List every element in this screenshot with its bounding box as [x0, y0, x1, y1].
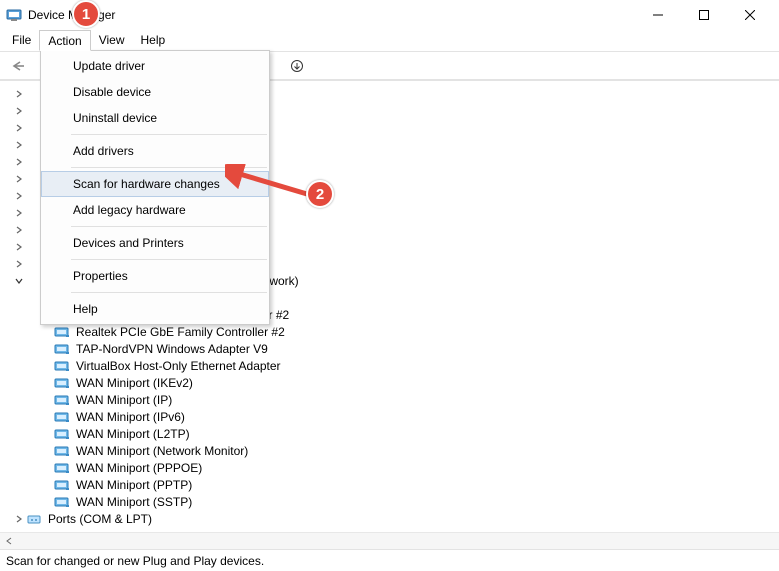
chevron-right-icon	[12, 512, 26, 526]
network-adapter-icon	[54, 445, 70, 457]
tree-item-network-adapter[interactable]: WAN Miniport (IP)	[6, 391, 779, 408]
network-adapter-icon	[54, 411, 70, 423]
menu-help[interactable]: Help	[133, 30, 174, 51]
menu-item-disable-device[interactable]: Disable device	[41, 79, 269, 105]
tree-item-network-adapter[interactable]: WAN Miniport (PPTP)	[6, 476, 779, 493]
chevron-down-icon	[12, 274, 26, 288]
tree-item-network-adapter[interactable]: WAN Miniport (Network Monitor)	[6, 442, 779, 459]
network-adapter-icon	[54, 360, 70, 372]
menu-item-devices-and-printers[interactable]: Devices and Printers	[41, 230, 269, 256]
menu-action[interactable]: Action	[39, 30, 90, 51]
menu-separator	[71, 259, 267, 260]
status-text: Scan for changed or new Plug and Play de…	[6, 554, 264, 568]
chevron-right-icon	[12, 206, 26, 220]
network-adapter-icon	[54, 394, 70, 406]
horizontal-scrollbar[interactable]	[0, 532, 779, 549]
menu-separator	[71, 134, 267, 135]
annotation-badge-2: 2	[306, 180, 334, 208]
minimize-icon	[653, 10, 663, 20]
menu-view[interactable]: View	[91, 30, 133, 51]
network-adapter-icon	[54, 377, 70, 389]
menu-item-scan-for-hardware-changes[interactable]: Scan for hardware changes	[41, 171, 269, 197]
chevron-right-icon	[12, 172, 26, 186]
back-button[interactable]	[6, 55, 30, 77]
menu-separator	[71, 226, 267, 227]
status-bar: Scan for changed or new Plug and Play de…	[0, 549, 779, 571]
close-button[interactable]	[727, 0, 773, 30]
chevron-right-icon	[12, 104, 26, 118]
network-adapter-icon	[54, 479, 70, 491]
chevron-right-icon	[12, 138, 26, 152]
chevron-right-icon	[12, 121, 26, 135]
menu-file[interactable]: File	[4, 30, 39, 51]
chevron-right-icon	[12, 257, 26, 271]
tree-item-label: WAN Miniport (SSTP)	[74, 495, 194, 509]
network-adapter-icon	[54, 462, 70, 474]
tree-item-label: WAN Miniport (IP)	[74, 393, 174, 407]
tree-item-network-adapter[interactable]: Realtek PCIe GbE Family Controller #2	[6, 323, 779, 340]
ports-icon	[26, 513, 42, 525]
tree-item-network-adapter[interactable]: WAN Miniport (PPPOE)	[6, 459, 779, 476]
toolbar-button-extra[interactable]	[285, 55, 309, 77]
menu-item-help[interactable]: Help	[41, 296, 269, 322]
tree-category-label: Ports (COM & LPT)	[46, 512, 154, 526]
menu-item-uninstall-device[interactable]: Uninstall device	[41, 105, 269, 131]
network-adapter-icon	[54, 496, 70, 508]
scroll-left-icon	[0, 533, 17, 550]
tree-item-label: WAN Miniport (IKEv2)	[74, 376, 195, 390]
menu-item-add-drivers[interactable]: Add drivers	[41, 138, 269, 164]
menu-bar: File Action View Help	[0, 30, 779, 52]
menu-separator	[71, 292, 267, 293]
network-adapter-icon	[54, 343, 70, 355]
app-icon	[6, 7, 22, 23]
maximize-icon	[699, 10, 709, 20]
refresh-icon	[289, 58, 305, 74]
tree-category-ports[interactable]: Ports (COM & LPT)	[6, 510, 779, 527]
menu-item-add-legacy-hardware[interactable]: Add legacy hardware	[41, 197, 269, 223]
menu-item-update-driver[interactable]: Update driver	[41, 53, 269, 79]
tree-item-label: TAP-NordVPN Windows Adapter V9	[74, 342, 270, 356]
tree-item-network-adapter[interactable]: VirtualBox Host-Only Ethernet Adapter	[6, 357, 779, 374]
menu-separator	[71, 167, 267, 168]
annotation-badge-1: 1	[72, 0, 100, 28]
tree-item-network-adapter[interactable]: WAN Miniport (IKEv2)	[6, 374, 779, 391]
minimize-button[interactable]	[635, 0, 681, 30]
tree-item-label: WAN Miniport (PPTP)	[74, 478, 194, 492]
back-arrow-icon	[11, 60, 25, 72]
chevron-right-icon	[12, 223, 26, 237]
chevron-right-icon	[12, 189, 26, 203]
network-adapter-icon	[54, 326, 70, 338]
tree-item-label: WAN Miniport (Network Monitor)	[74, 444, 250, 458]
tree-item-network-adapter[interactable]: WAN Miniport (IPv6)	[6, 408, 779, 425]
menu-item-properties[interactable]: Properties	[41, 263, 269, 289]
tree-item-label: Realtek PCIe GbE Family Controller #2	[74, 325, 287, 339]
close-icon	[745, 10, 755, 20]
chevron-right-icon	[12, 240, 26, 254]
tree-item-network-adapter[interactable]: WAN Miniport (SSTP)	[6, 493, 779, 510]
chevron-right-icon	[12, 87, 26, 101]
tree-item-label: VirtualBox Host-Only Ethernet Adapter	[74, 359, 283, 373]
maximize-button[interactable]	[681, 0, 727, 30]
action-menu-dropdown: Update driverDisable deviceUninstall dev…	[40, 50, 270, 325]
tree-item-network-adapter[interactable]: TAP-NordVPN Windows Adapter V9	[6, 340, 779, 357]
network-adapter-icon	[54, 428, 70, 440]
chevron-right-icon	[12, 155, 26, 169]
tree-item-network-adapter[interactable]: WAN Miniport (L2TP)	[6, 425, 779, 442]
tree-item-label: WAN Miniport (PPPOE)	[74, 461, 204, 475]
title-bar: Device Manager	[0, 0, 779, 30]
tree-item-label: WAN Miniport (L2TP)	[74, 427, 192, 441]
tree-item-label: WAN Miniport (IPv6)	[74, 410, 187, 424]
